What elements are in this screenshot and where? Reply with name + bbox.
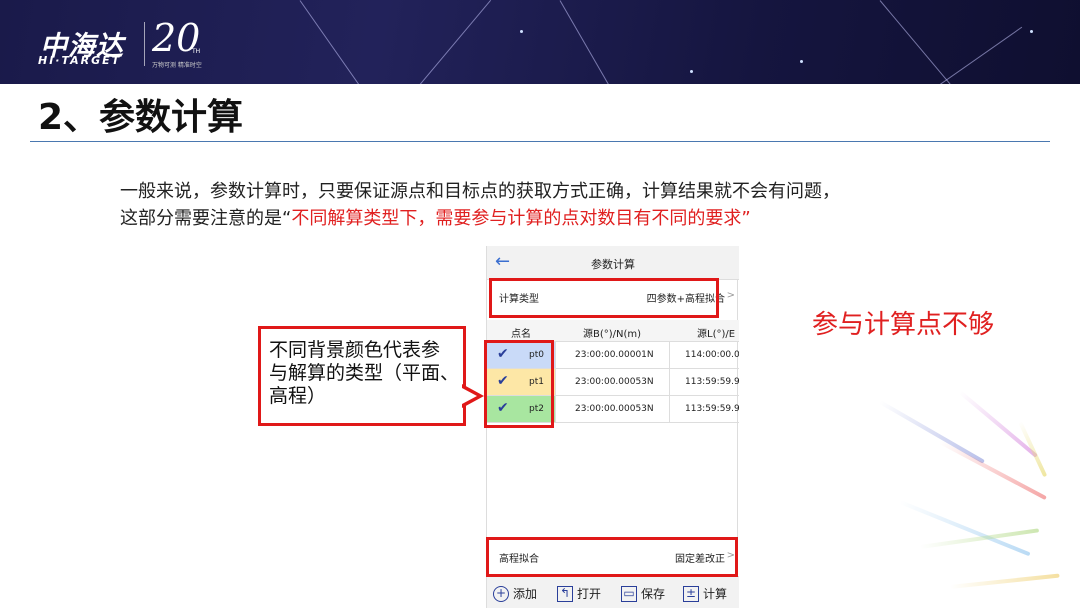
decor-streak [559, 0, 631, 84]
col-header-name: 点名 [511, 329, 531, 340]
logo-slogan: 万物可测 精准时空 [152, 62, 202, 69]
table-header: 点名 源B(°)/N(m) 源L(°)/E [487, 320, 739, 342]
decor-streak [1018, 421, 1048, 478]
decor-streak [899, 500, 1031, 557]
open-label: 打开 [577, 587, 602, 601]
decor-streak [939, 26, 1023, 84]
open-icon: ↰ [557, 585, 573, 602]
add-label: 添加 [513, 587, 538, 601]
point-l: 113:59:59.9 [685, 404, 739, 414]
decor-star [690, 70, 693, 73]
decor-streak [958, 390, 1038, 458]
calculator-icon: ± [683, 585, 699, 602]
intro-line-2: 这部分需要注意的是“不同解算类型下，需要参与计算的点对数目有不同的要求” [120, 205, 840, 232]
point-l: 114:00:00.0 [685, 350, 739, 360]
highlight-calc-type [489, 278, 719, 318]
title-divider [30, 141, 1050, 142]
point-b: 23:00:00.00053N [575, 404, 654, 414]
chevron-right-icon: > [726, 290, 735, 301]
decor-streak [419, 0, 492, 84]
col-header-b: 源B(°)/N(m) [583, 329, 642, 340]
anniversary-suffix: TH [192, 48, 201, 55]
intro-line-1: 一般来说，参数计算时，只要保证源点和目标点的获取方式正确，计算结果就不会有问题， [120, 181, 840, 202]
col-header-l: 源L(°)/E [697, 329, 736, 340]
intro-highlight: 不同解算类型下，需要参与计算的点对数目有不同的要求 [291, 208, 742, 229]
slide-title: 2、参数计算 [38, 97, 244, 138]
add-button[interactable]: + 添加 [493, 585, 537, 602]
intro-line-2-prefix: 这部分需要注意的是“ [120, 208, 292, 229]
decor-star [520, 30, 523, 33]
decor-streak [949, 573, 1060, 589]
save-label: 保存 [641, 587, 666, 601]
intro-line-2-suffix: ” [741, 208, 751, 229]
highlight-color-cells [484, 340, 554, 428]
decor-streak [299, 0, 370, 84]
insufficient-points-note: 参与计算点不够 [812, 310, 995, 340]
plus-icon: + [493, 585, 509, 602]
highlight-elevation-fit [486, 537, 738, 577]
app-header: ← 参数计算 [487, 246, 739, 280]
logo-divider [144, 22, 145, 66]
intro-paragraph: 一般来说，参数计算时，只要保证源点和目标点的获取方式正确，计算结果就不会有问题，… [120, 178, 840, 232]
point-b: 23:00:00.00053N [575, 377, 654, 387]
bottom-toolbar: + 添加 ↰ 打开 ▭ 保存 ± 计算 [487, 576, 739, 608]
point-l: 113:59:59.9 [685, 377, 739, 387]
open-button[interactable]: ↰ 打开 [557, 585, 601, 602]
callout-line-1: 不同背景颜色代表参 [269, 339, 441, 361]
header-banner: 中海达 HI·TARGET 20 TH 万物可测 精准时空 [0, 0, 1080, 84]
point-b: 23:00:00.00001N [575, 350, 654, 360]
callout-box: 不同背景颜色代表参 与解算的类型（平面、 高程） [258, 326, 466, 426]
save-icon: ▭ [621, 585, 637, 602]
calculate-button[interactable]: ± 计算 [683, 585, 727, 602]
logo-text-en: HI·TARGET [38, 54, 122, 67]
callout-line-3: 高程） [269, 385, 327, 407]
decor-star [800, 60, 803, 63]
callout-pointer-inner [462, 388, 477, 404]
decor-streak [879, 0, 952, 84]
calc-label: 计算 [703, 587, 728, 601]
callout-line-2: 与解算的类型（平面、 [269, 362, 460, 384]
decor-star [1030, 30, 1033, 33]
app-title: 参数计算 [591, 258, 635, 271]
save-button[interactable]: ▭ 保存 [621, 585, 665, 602]
